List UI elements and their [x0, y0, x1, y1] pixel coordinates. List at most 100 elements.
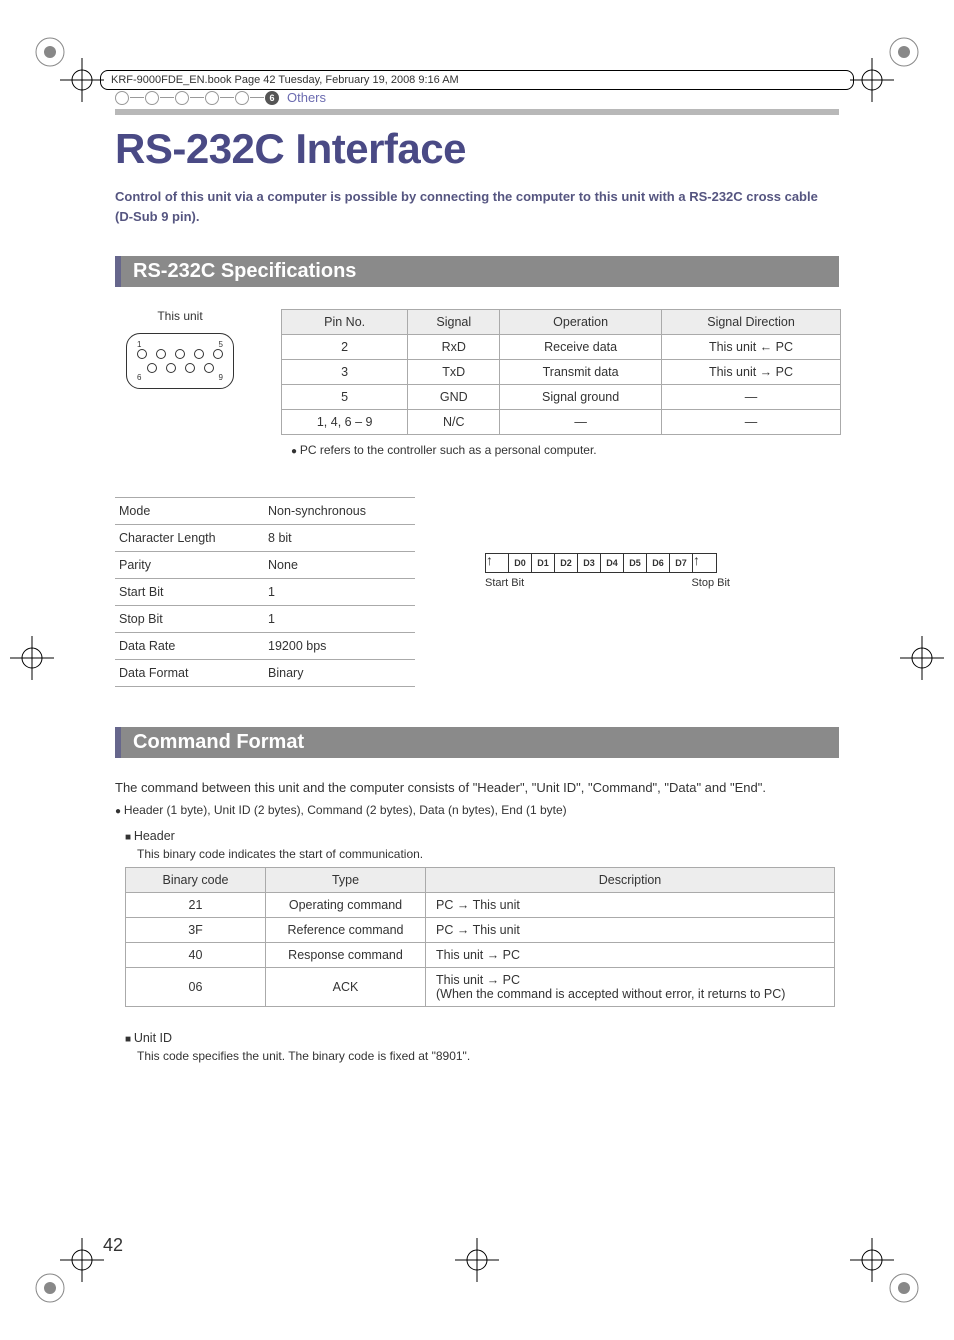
table-row: Stop Bit1 [115, 606, 415, 633]
bit-cell: D3 [577, 553, 601, 573]
table-row: 2RxDReceive dataThis unit ← PC [282, 335, 841, 360]
cell: PC → This unit [426, 893, 835, 918]
connector-diagram: This unit 15 69 [115, 309, 245, 389]
connector-label: This unit [115, 309, 245, 323]
table-row: Data Rate19200 bps [115, 633, 415, 660]
breadcrumb: 6 Others [115, 90, 839, 105]
stop-bit-label: Stop Bit [691, 577, 730, 589]
cell: 1 [264, 606, 415, 633]
bit-cell: D2 [554, 553, 578, 573]
cell: Reference command [266, 918, 426, 943]
cell: 40 [126, 943, 266, 968]
bit-frame-diagram: ↑ D0 D1 D2 D3 D4 D5 D6 D7 ↑ Start Bit St… [485, 553, 730, 589]
cell: This unit → PC [662, 360, 841, 385]
cell: Data Rate [115, 633, 264, 660]
table-row: 5GNDSignal ground— [282, 385, 841, 410]
start-bit-label: Start Bit [485, 577, 524, 589]
table-row: 1, 4, 6 – 9N/C—— [282, 410, 841, 435]
breadcrumb-step [115, 91, 129, 105]
table-row: 40Response commandThis unit → PC [126, 943, 835, 968]
cell: ACK [266, 968, 426, 1007]
cell: 2 [282, 335, 408, 360]
registration-mark [900, 636, 944, 680]
divider-bar [115, 109, 839, 115]
cell: — [500, 410, 662, 435]
table-row: Start Bit1 [115, 579, 415, 606]
table-row: 3TxDTransmit dataThis unit → PC [282, 360, 841, 385]
cell: Binary [264, 660, 415, 687]
th-signal: Signal [408, 310, 500, 335]
cell: 3 [282, 360, 408, 385]
page-content: 6 Others RS-232C Interface Control of th… [115, 90, 839, 1250]
cell: Stop Bit [115, 606, 264, 633]
breadcrumb-step-active: 6 [265, 91, 279, 105]
cell: Receive data [500, 335, 662, 360]
page-title: RS-232C Interface [115, 125, 839, 173]
cell: RxD [408, 335, 500, 360]
bit-cell: D4 [600, 553, 624, 573]
registration-mark [850, 58, 894, 102]
breadcrumb-label: Others [287, 90, 326, 105]
cell: This unit → PC (When the command is acce… [426, 968, 835, 1007]
bit-cell: D6 [646, 553, 670, 573]
header-description: This binary code indicates the start of … [137, 847, 839, 861]
cell: None [264, 552, 415, 579]
cell: Non-synchronous [264, 498, 415, 525]
pin-spec-table: Pin No. Signal Operation Signal Directio… [281, 309, 841, 435]
registration-mark [10, 636, 54, 680]
table-row: ParityNone [115, 552, 415, 579]
db9-connector-icon: 15 69 [126, 333, 234, 389]
th-direction: Signal Direction [662, 310, 841, 335]
cell: 19200 bps [264, 633, 415, 660]
cell: Start Bit [115, 579, 264, 606]
serial-params-table: ModeNon-synchronous Character Length8 bi… [115, 497, 415, 687]
intro-text: Control of this unit via a computer is p… [115, 187, 839, 226]
th-type: Type [266, 868, 426, 893]
header-subheading: Header [125, 829, 839, 843]
section-heading-command: Command Format [115, 727, 839, 758]
cell: — [662, 385, 841, 410]
stop-bit-slot: ↑ [693, 553, 717, 573]
cell: TxD [408, 360, 500, 385]
page-number: 42 [103, 1235, 123, 1256]
start-bit-slot: ↑ [485, 553, 509, 573]
registration-mark [850, 1238, 894, 1282]
spec-note: PC refers to the controller such as a pe… [291, 443, 841, 457]
registration-mark [60, 1238, 104, 1282]
cell: Mode [115, 498, 264, 525]
breadcrumb-step [145, 91, 159, 105]
breadcrumb-step [235, 91, 249, 105]
cell: Transmit data [500, 360, 662, 385]
header-code-table: Binary code Type Description 21Operating… [125, 867, 835, 1007]
table-row: 3FReference commandPC → This unit [126, 918, 835, 943]
cell: Signal ground [500, 385, 662, 410]
th-operation: Operation [500, 310, 662, 335]
cell: Character Length [115, 525, 264, 552]
bit-cell: D0 [508, 553, 532, 573]
th-description: Description [426, 868, 835, 893]
command-byte-note: Header (1 byte), Unit ID (2 bytes), Comm… [115, 803, 839, 817]
registration-mark [60, 58, 104, 102]
cell: 8 bit [264, 525, 415, 552]
cell: Response command [266, 943, 426, 968]
cell: Parity [115, 552, 264, 579]
table-row: ModeNon-synchronous [115, 498, 415, 525]
cell: This unit ← PC [662, 335, 841, 360]
cell: 21 [126, 893, 266, 918]
bit-cell: D7 [669, 553, 693, 573]
cell: N/C [408, 410, 500, 435]
cell: 06 [126, 968, 266, 1007]
cell: Data Format [115, 660, 264, 687]
cell: Operating command [266, 893, 426, 918]
cell: 1, 4, 6 – 9 [282, 410, 408, 435]
th-pin: Pin No. [282, 310, 408, 335]
table-row: Data FormatBinary [115, 660, 415, 687]
arrow-up-icon: ↑ [693, 552, 700, 568]
breadcrumb-step [205, 91, 219, 105]
bit-cell: D5 [623, 553, 647, 573]
command-intro: The command between this unit and the co… [115, 780, 839, 795]
th-binary: Binary code [126, 868, 266, 893]
section-heading-specs: RS-232C Specifications [115, 256, 839, 287]
cell: 5 [282, 385, 408, 410]
table-row: 21Operating commandPC → This unit [126, 893, 835, 918]
